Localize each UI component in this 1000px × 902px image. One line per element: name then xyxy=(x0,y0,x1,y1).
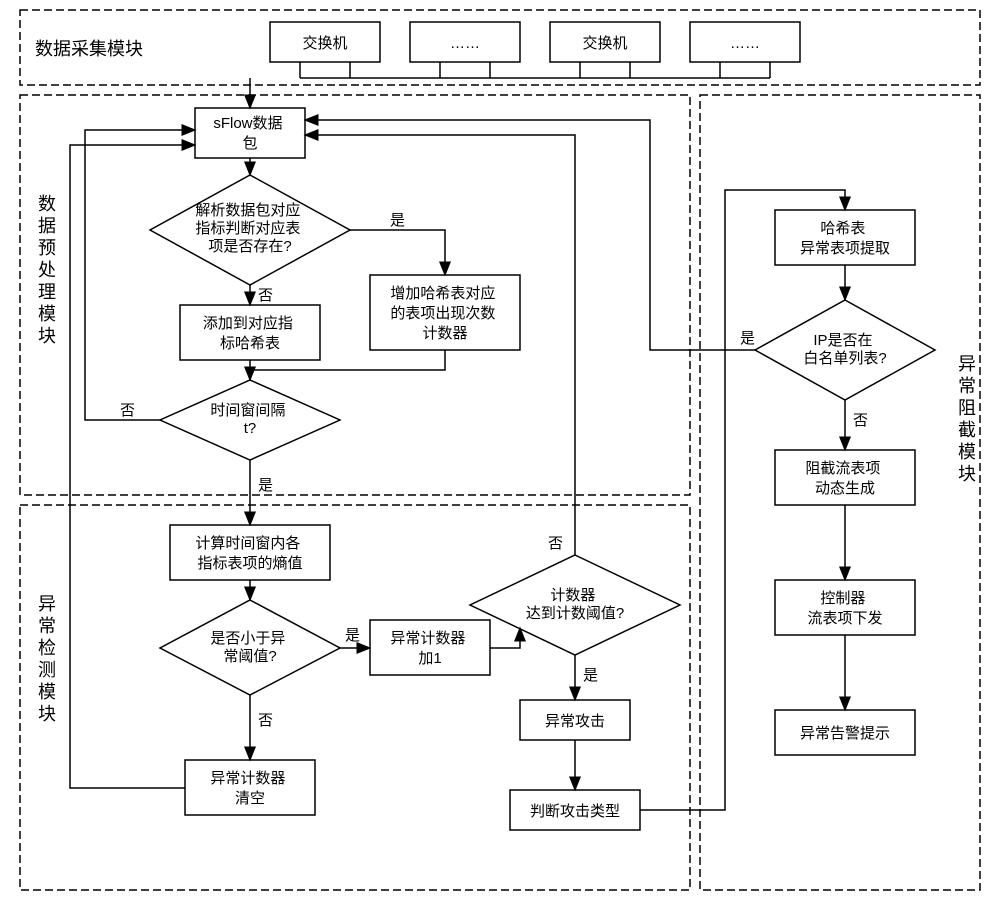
whitelist-text: IP是否在 白名单列表? xyxy=(803,332,886,367)
label-yes-3: 是 xyxy=(345,627,360,644)
label-yes-4: 是 xyxy=(583,667,598,684)
parse-text: 解析数据包对应 指标判断对应表 项是否存在? xyxy=(195,201,304,255)
flowchart-diagram: 数据采集模块 数据预 处理模块 异常检 测模块 异常阻 截模块 交换机 …… 交… xyxy=(0,0,1000,902)
switch-label-1: 交换机 xyxy=(302,34,347,52)
label-no-2: 否 xyxy=(120,402,135,419)
label-no-4: 否 xyxy=(548,535,563,552)
module-collect-label: 数据采集模块 xyxy=(35,39,143,59)
module-block-label: 异常阻 截模块 xyxy=(958,354,981,484)
judge-type-text: 判断攻击类型 xyxy=(530,803,620,820)
alert-text: 异常告警提示 xyxy=(800,725,890,742)
switch-label-2: 交换机 xyxy=(582,34,627,52)
label-no-3: 否 xyxy=(258,712,273,729)
label-yes-5: 是 xyxy=(740,330,755,347)
label-no-1: 否 xyxy=(258,287,273,304)
label-yes-1: 是 xyxy=(390,212,405,229)
module-detect-label: 异常检 测模块 xyxy=(38,594,61,724)
dots-label-1: …… xyxy=(450,35,480,52)
module-preprocess-label: 数据预 处理模块 xyxy=(38,194,61,346)
dots-label-2: …… xyxy=(730,35,760,52)
attack-text: 异常攻击 xyxy=(545,713,605,730)
module-preprocess xyxy=(20,95,690,495)
label-no-5: 否 xyxy=(853,412,868,429)
label-yes-2: 是 xyxy=(258,477,273,494)
